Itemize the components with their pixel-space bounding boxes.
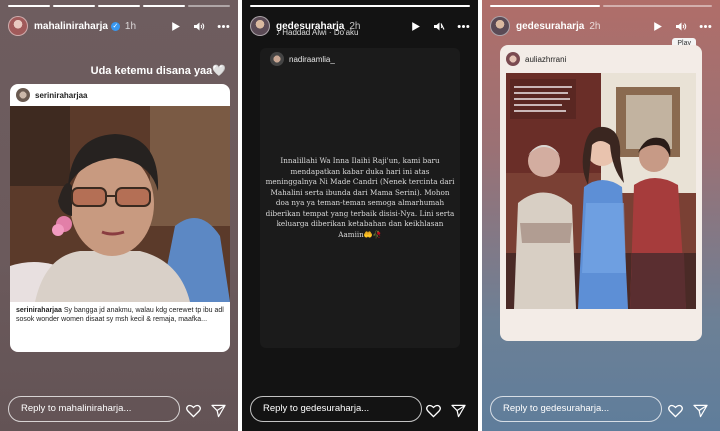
mute-icon[interactable] xyxy=(193,21,205,32)
story-username[interactable]: mahaliniraharja xyxy=(34,21,108,32)
story-username[interactable]: gedesuraharja xyxy=(516,21,584,32)
condolence-text: Innalillahi Wa Inna Ilaihi Raji'un, kami… xyxy=(265,156,455,239)
avatar[interactable] xyxy=(506,52,520,66)
story-progress-bar xyxy=(250,5,470,7)
more-icon[interactable] xyxy=(699,21,712,32)
heart-icon[interactable] xyxy=(426,404,441,418)
story-header: mahaliniraharja ✓ 1h xyxy=(8,14,230,38)
play-icon[interactable] xyxy=(170,21,181,32)
family-photo xyxy=(506,73,696,309)
story-caption: Uda ketemu disana yaa🤍 xyxy=(90,65,226,77)
play-icon[interactable] xyxy=(410,21,421,32)
mute-icon[interactable] xyxy=(675,21,687,32)
share-send-icon[interactable] xyxy=(693,404,708,418)
repost-caption: seriniraharjaa Sy bangga jd anakmu, wala… xyxy=(10,302,230,328)
reposted-post-card[interactable]: seriniraharjaa seriniraharjaa Sy bangga … xyxy=(10,84,230,352)
reply-input[interactable]: Reply to mahaliniraharja... xyxy=(8,396,180,422)
verified-badge-icon: ✓ xyxy=(110,21,120,31)
story-panel-gedesuraharja-text[interactable]: gedesuraharja 2h ♪ Haddad Alwi · Do'aku … xyxy=(242,0,478,431)
story-progress-bar xyxy=(490,5,712,7)
story-time: 2h xyxy=(589,20,601,32)
share-send-icon[interactable] xyxy=(211,404,226,418)
avatar[interactable] xyxy=(250,16,270,36)
heart-icon[interactable] xyxy=(186,404,201,418)
more-icon[interactable] xyxy=(217,21,230,32)
heart-icon[interactable] xyxy=(668,404,683,418)
avatar[interactable] xyxy=(490,16,510,36)
elderly-woman-photo xyxy=(10,106,230,302)
story-panel-gedesuraharja-photo[interactable]: gedesuraharja 2h Play auliazhrrani Reply… xyxy=(482,0,720,431)
avatar[interactable] xyxy=(270,52,284,66)
story-panel-mahaliniraharja[interactable]: mahaliniraharja ✓ 1h Uda ketemu disana y… xyxy=(0,0,238,431)
more-icon[interactable] xyxy=(457,21,470,32)
mention-tag[interactable]: nadiraamlia_ xyxy=(260,46,460,72)
story-time: 1h xyxy=(124,20,137,32)
reposted-post-card[interactable]: auliazhrrani xyxy=(500,45,702,341)
mention-username[interactable]: nadiraamlia_ xyxy=(289,55,335,64)
reply-input[interactable]: Reply to gedesuraharja... xyxy=(250,396,422,422)
story-header: gedesuraharja 2h xyxy=(490,14,712,38)
play-icon[interactable] xyxy=(652,21,663,32)
avatar[interactable] xyxy=(8,16,28,36)
story-music[interactable]: ♪ Haddad Alwi · Do'aku xyxy=(276,28,358,37)
muted-icon[interactable] xyxy=(433,21,445,32)
avatar[interactable] xyxy=(16,88,30,102)
repost-username[interactable]: auliazhrrani xyxy=(525,55,566,64)
share-send-icon[interactable] xyxy=(451,404,466,418)
reply-input[interactable]: Reply to gedesuraharja... xyxy=(490,396,662,422)
story-progress-bar xyxy=(8,5,230,7)
repost-username[interactable]: seriniraharjaa xyxy=(35,91,87,100)
caption-username[interactable]: seriniraharjaa xyxy=(16,307,62,314)
